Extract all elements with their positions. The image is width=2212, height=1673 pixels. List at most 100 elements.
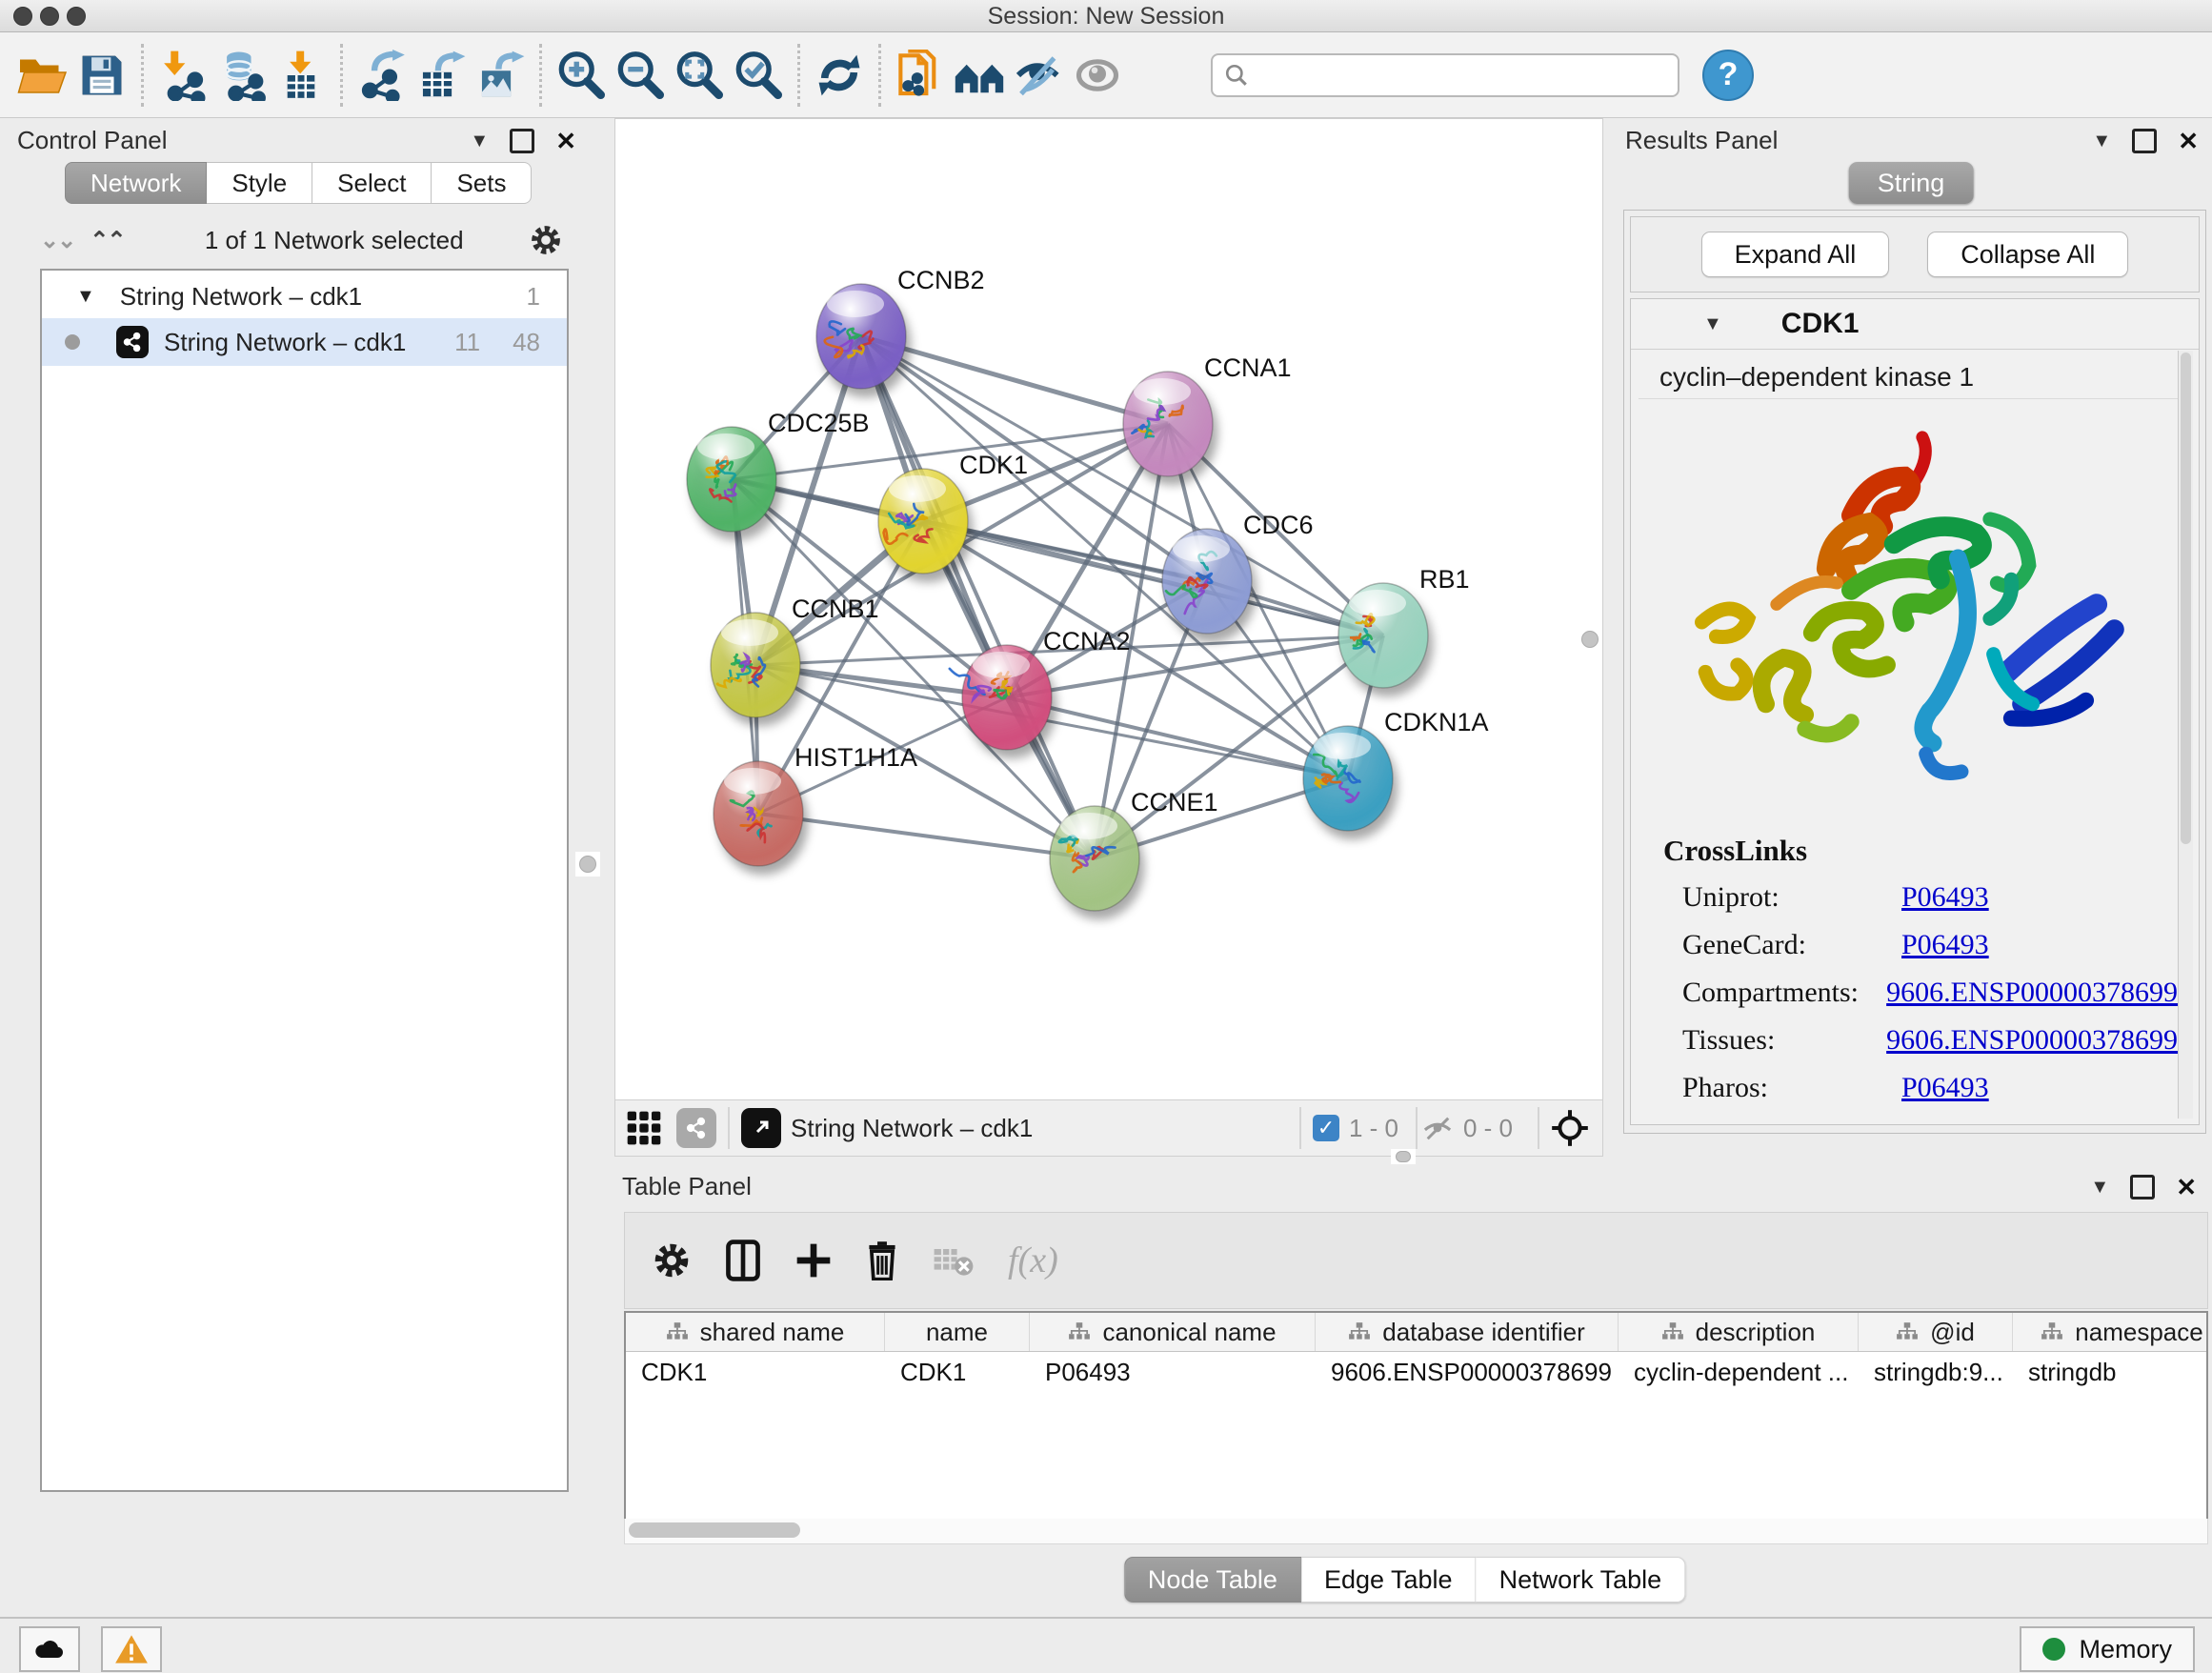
crosslink-link[interactable]: 9606.ENSP00000378699 [1886, 1024, 2178, 1057]
column-header-name[interactable]: name [885, 1313, 1030, 1351]
network-node-CCNB1[interactable] [711, 613, 800, 717]
network-node-CDC6[interactable] [1162, 529, 1252, 634]
tab-sets[interactable]: Sets [432, 162, 532, 204]
first-neighbors-button[interactable] [950, 45, 1009, 106]
cloud-status-button[interactable] [19, 1626, 80, 1672]
column-header-@id[interactable]: @id [1859, 1313, 2013, 1351]
crosslink-link[interactable]: P06493 [1901, 881, 1989, 914]
help-button[interactable]: ? [1702, 50, 1754, 101]
table-cell[interactable]: CDK1 [626, 1358, 885, 1387]
gene-collapse-caret-icon[interactable]: ▼ [1703, 314, 1722, 333]
tab-node-table[interactable]: Node Table [1124, 1557, 1301, 1602]
collapse-all-button[interactable]: Collapse All [1927, 232, 2128, 277]
birds-eye-view-button[interactable] [1551, 1109, 1589, 1147]
network-edge[interactable] [861, 336, 1095, 858]
create-column-plus-icon[interactable] [794, 1241, 833, 1280]
left-splitter-handle[interactable] [575, 852, 600, 877]
tab-network[interactable]: Network [65, 162, 207, 204]
network-node-CCNB2[interactable] [816, 284, 906, 389]
network-edge[interactable] [1007, 697, 1348, 778]
tab-string[interactable]: String [1849, 162, 1974, 204]
show-graphics-details-button[interactable] [1068, 45, 1127, 106]
selected-checkbox-icon[interactable]: ✓ [1313, 1115, 1339, 1141]
close-panel-button[interactable]: ✕ [2178, 129, 2199, 153]
expand-all-networks-icon[interactable]: ⌃⌃ [90, 227, 124, 254]
table-cell[interactable]: stringdb [2013, 1358, 2208, 1387]
export-image-button[interactable] [471, 45, 530, 106]
search-input[interactable] [1211, 53, 1679, 97]
collapse-all-networks-icon[interactable]: ⌄⌄ [40, 227, 74, 254]
column-header-database-identifier[interactable]: database identifier [1316, 1313, 1619, 1351]
float-panel-button[interactable]: ▼ [2092, 131, 2111, 151]
export-table-button[interactable] [412, 45, 471, 106]
zoom-selected-button[interactable] [729, 45, 788, 106]
export-network-button[interactable] [352, 45, 412, 106]
network-edge[interactable] [861, 336, 1168, 424]
delete-column-trash-icon[interactable] [865, 1240, 899, 1280]
right-splitter-handle[interactable] [1578, 627, 1602, 652]
network-node-CDKN1A[interactable] [1303, 726, 1393, 831]
network-node-CDK1[interactable] [878, 469, 968, 574]
network-node-CCNE1[interactable] [1050, 806, 1139, 911]
maximize-panel-button[interactable] [2132, 129, 2157, 153]
column-header-shared-name[interactable]: shared name [626, 1313, 885, 1351]
import-network-from-file-button[interactable] [153, 45, 212, 106]
view-grid-button[interactable] [625, 1109, 663, 1147]
import-table-from-file-button[interactable] [271, 45, 331, 106]
results-scrollbar[interactable] [2178, 351, 2193, 1119]
new-network-from-selection-button[interactable] [891, 45, 950, 106]
save-session-button[interactable] [72, 45, 131, 106]
import-network-from-database-button[interactable] [212, 45, 271, 106]
tab-style[interactable]: Style [207, 162, 312, 204]
expand-all-button[interactable]: Expand All [1701, 232, 1890, 277]
zoom-out-button[interactable] [611, 45, 670, 106]
table-cell[interactable]: P06493 [1030, 1358, 1316, 1387]
hide-selected-button[interactable] [1009, 45, 1068, 106]
network-node-CDC25B[interactable] [687, 427, 776, 532]
apply-layout-button[interactable] [810, 45, 869, 106]
show-columns-icon[interactable] [724, 1240, 762, 1281]
table-cell[interactable]: stringdb:9... [1859, 1358, 2013, 1387]
network-node-CCNA2[interactable] [950, 645, 1052, 750]
close-panel-button[interactable]: ✕ [555, 129, 576, 153]
network-node-RB1[interactable] [1338, 583, 1428, 688]
zoom-in-button[interactable] [552, 45, 611, 106]
crosslink-link[interactable]: P06493 [1901, 1072, 1989, 1104]
crosslink-link[interactable]: 9606.ENSP00000378699 [1886, 977, 2178, 1009]
table-horizontal-scrollbar[interactable] [624, 1519, 2208, 1544]
network-graph[interactable]: CCNB2CCNA1CDC25BCDK1CDC6RB1CCNB1CCNA2CDK… [615, 119, 1602, 1100]
table-row[interactable]: CDK1CDK1P064939606.ENSP00000378699cyclin… [626, 1352, 2206, 1392]
maximize-panel-button[interactable] [2130, 1175, 2155, 1199]
float-panel-button[interactable]: ▼ [2090, 1178, 2109, 1197]
scrollbar-thumb[interactable] [629, 1522, 800, 1538]
network-edge[interactable] [758, 814, 1095, 858]
detach-view-button[interactable] [741, 1108, 781, 1148]
warnings-button[interactable] [101, 1626, 162, 1672]
tab-edge-table[interactable]: Edge Table [1301, 1557, 1477, 1602]
float-panel-button[interactable]: ▼ [470, 131, 489, 151]
open-session-button[interactable] [13, 45, 72, 106]
table-cell[interactable]: cyclin-dependent ... [1619, 1358, 1859, 1387]
column-header-canonical-name[interactable]: canonical name [1030, 1313, 1316, 1351]
gene-panel-header[interactable]: ▼ CDK1 [1631, 299, 2199, 350]
table-cell[interactable]: CDK1 [885, 1358, 1030, 1387]
network-node-HIST1H1A[interactable] [714, 761, 803, 866]
tab-select[interactable]: Select [312, 162, 432, 204]
collection-expand-caret-icon[interactable]: ▼ [76, 286, 95, 308]
column-header-namespace[interactable]: namespace [2013, 1313, 2208, 1351]
table-cell[interactable]: 9606.ENSP00000378699 [1316, 1358, 1619, 1387]
maximize-panel-button[interactable] [510, 129, 534, 153]
network-row-selected[interactable]: String Network – cdk1 11 48 [42, 318, 567, 366]
network-collection-row[interactable]: ▼ String Network – cdk1 1 [42, 271, 567, 318]
network-canvas[interactable]: CCNB2CCNA1CDC25BCDK1CDC6RB1CCNB1CCNA2CDK… [614, 118, 1603, 1101]
column-header-description[interactable]: description [1619, 1313, 1859, 1351]
network-node-CCNA1[interactable] [1123, 372, 1213, 476]
bottom-splitter-handle[interactable] [1391, 1149, 1416, 1164]
view-share-button[interactable] [676, 1108, 716, 1148]
crosslink-link[interactable]: P06493 [1901, 929, 1989, 961]
zoom-fit-button[interactable] [670, 45, 729, 106]
tab-network-table[interactable]: Network Table [1477, 1557, 1686, 1602]
network-options-gear-icon[interactable] [529, 223, 563, 257]
memory-button[interactable]: Memory [2020, 1626, 2195, 1672]
table-options-gear-icon[interactable] [652, 1240, 692, 1280]
